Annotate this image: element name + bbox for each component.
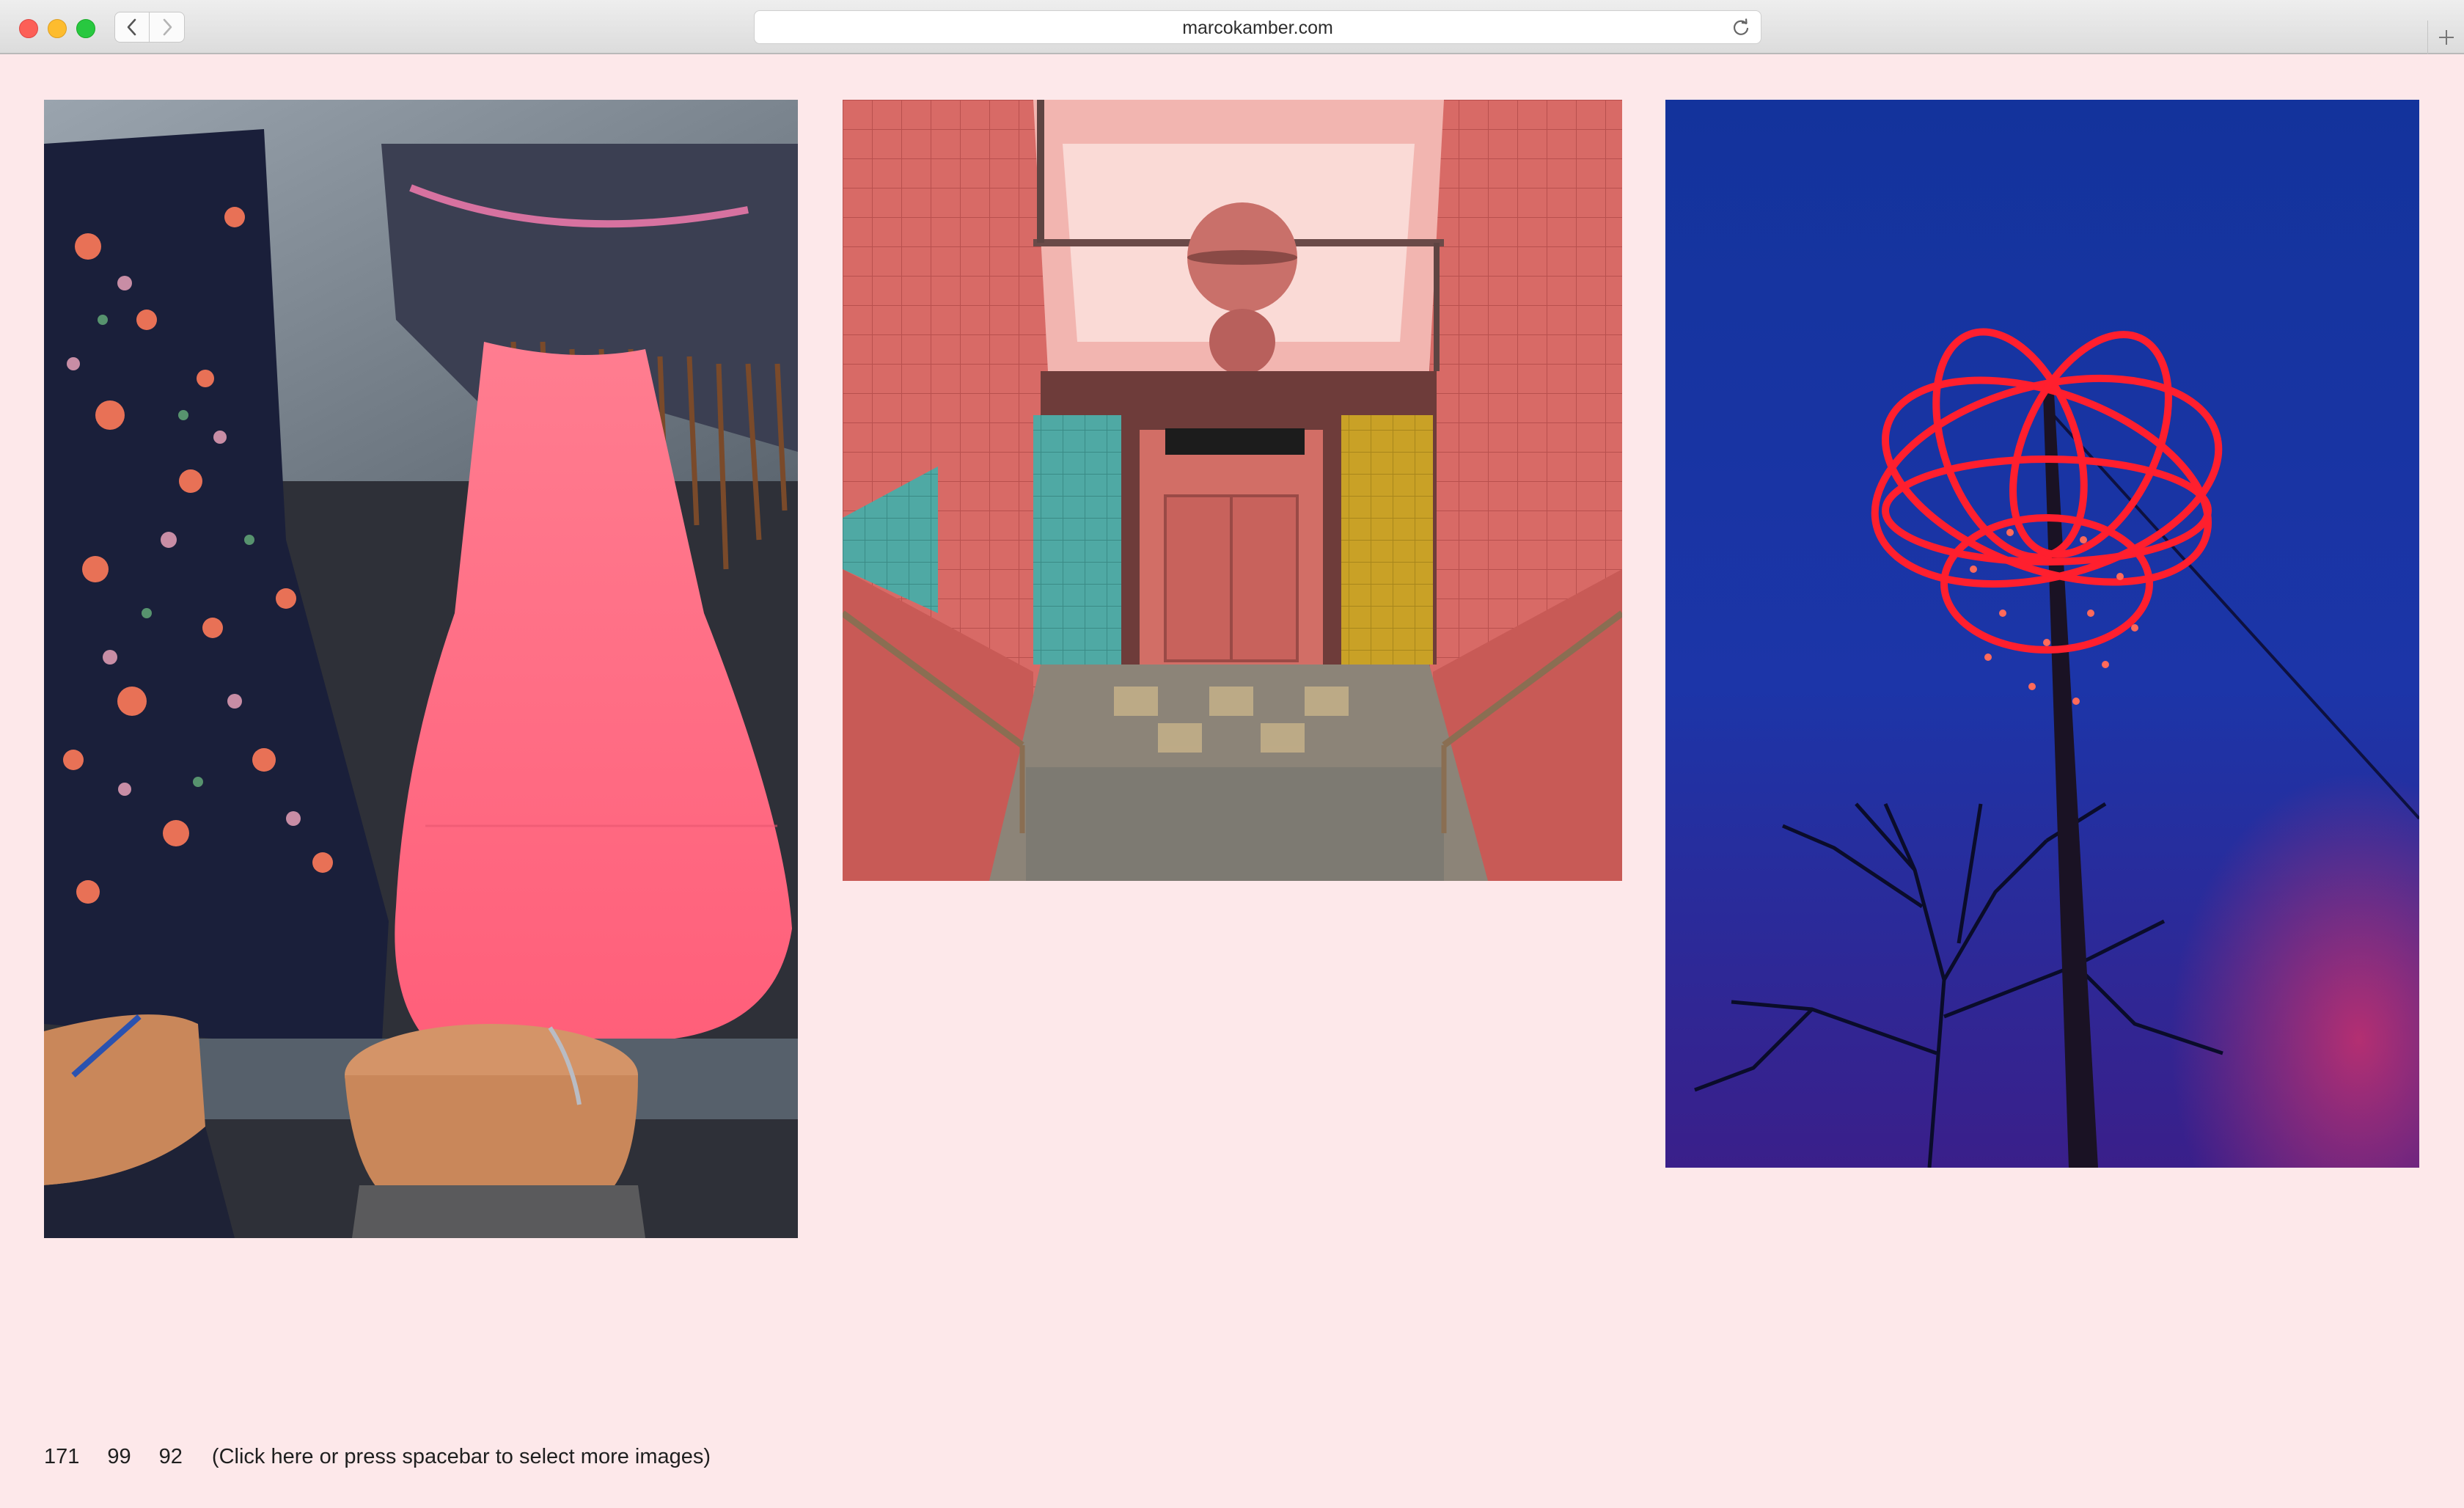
window-minimize-button[interactable] [48, 19, 67, 38]
address-bar[interactable]: marcokamber.com [754, 10, 1761, 44]
gallery-image-2[interactable] [843, 100, 1622, 881]
shop-window-photo [44, 100, 798, 1238]
light-sculpture-photo [1665, 100, 2419, 1168]
gallery-image-1[interactable] [44, 100, 798, 1238]
chevron-left-icon [127, 18, 136, 36]
image-counter: 171 99 92 (Click here or press spacebar … [44, 1445, 711, 1474]
chevron-right-icon [163, 18, 172, 36]
browser-toolbar: marcokamber.com [0, 0, 2464, 54]
window-maximize-button[interactable] [76, 19, 95, 38]
reload-icon[interactable] [1731, 18, 1750, 37]
image-number-1: 171 [44, 1445, 80, 1468]
image-number-2: 99 [107, 1445, 131, 1468]
subway-stairwell-photo [843, 100, 1622, 881]
back-button[interactable] [114, 12, 150, 43]
window-close-button[interactable] [19, 19, 38, 38]
image-number-3: 92 [158, 1445, 183, 1468]
forward-button[interactable] [150, 12, 185, 43]
new-tab-button[interactable] [2427, 21, 2464, 54]
url-text: marcokamber.com [1182, 18, 1333, 38]
gallery-image-3[interactable] [1665, 100, 2419, 1168]
plus-icon [2439, 30, 2454, 45]
select-more-images-link[interactable]: (Click here or press spacebar to select … [212, 1445, 711, 1474]
